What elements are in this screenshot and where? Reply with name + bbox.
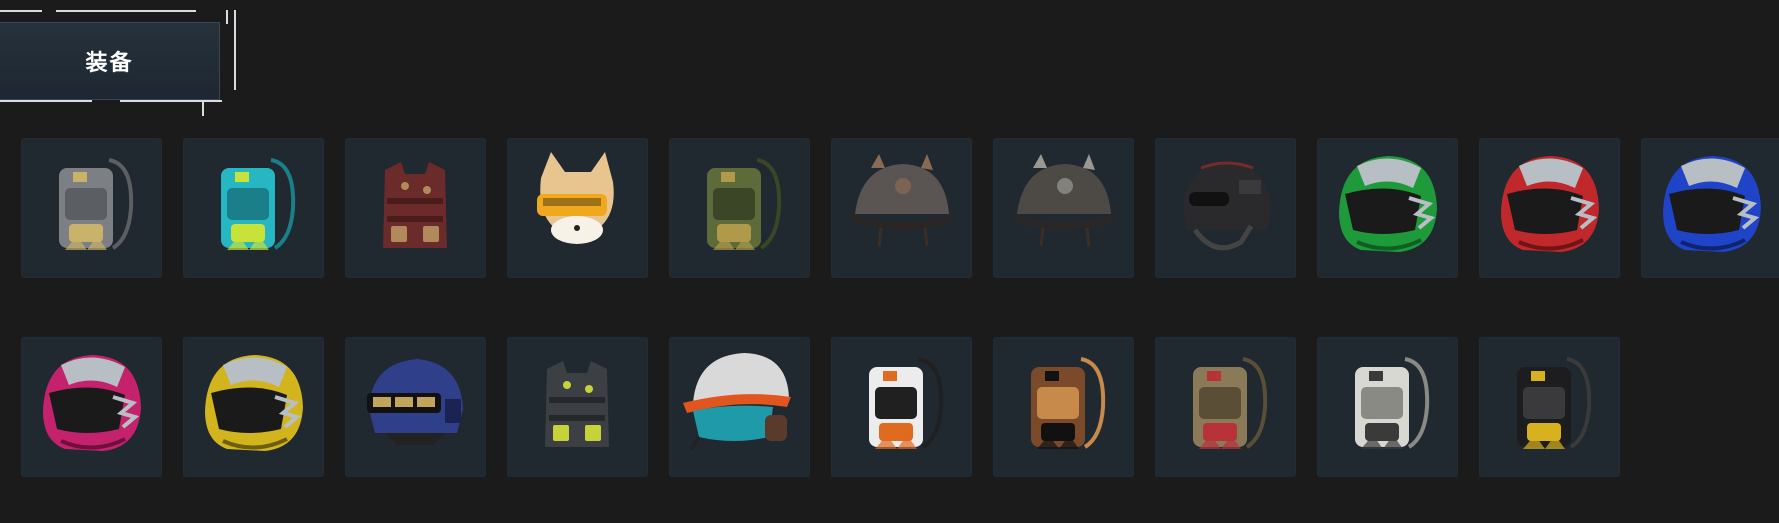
item-slot-green-backpack[interactable] — [669, 138, 810, 278]
snow-camo-backpack-icon — [1355, 357, 1430, 449]
red-moto-helmet-icon — [1501, 156, 1599, 252]
section-tab[interactable]: 装备 — [0, 0, 240, 120]
item-slot-navy-military-helmet[interactable] — [345, 337, 486, 477]
green-backpack-icon — [707, 158, 782, 250]
item-slot-winged-helmet[interactable] — [993, 138, 1134, 278]
frame-line — [120, 100, 222, 102]
cat-helmet-icon — [537, 152, 614, 244]
tan-canvas-backpack-icon — [1193, 357, 1268, 449]
item-slot-red-moto-helmet[interactable] — [1479, 138, 1620, 278]
item-slot-green-moto-helmet[interactable] — [1317, 138, 1458, 278]
item-slot-black-ops-helmet[interactable] — [1155, 138, 1296, 278]
pink-moto-helmet-icon — [43, 355, 141, 451]
winged-helmet-icon — [1013, 154, 1115, 247]
grey-backpack-icon — [59, 158, 134, 250]
black-ops-helmet-icon — [1183, 161, 1271, 251]
section-title: 装备 — [85, 51, 134, 76]
item-slot-yellow-moto-helmet[interactable] — [183, 337, 324, 477]
navy-military-helmet-icon — [367, 359, 463, 445]
item-slot-black-gold-backpack[interactable] — [1479, 337, 1620, 477]
item-slot-orange-visor-helmet[interactable] — [669, 337, 810, 477]
maroon-vest-icon — [383, 162, 447, 248]
white-orange-backpack-icon — [869, 357, 944, 449]
item-slot-brown-black-backpack[interactable] — [993, 337, 1134, 477]
section-tab-box: 装备 — [0, 22, 220, 100]
item-slot-camo-vest[interactable] — [507, 337, 648, 477]
item-slot-grey-backpack[interactable] — [21, 138, 162, 278]
horned-helmet-icon — [851, 154, 953, 247]
brown-black-backpack-icon — [1031, 357, 1106, 449]
frame-line — [56, 10, 196, 12]
blue-moto-helmet-icon — [1663, 156, 1761, 252]
green-moto-helmet-icon — [1339, 156, 1437, 252]
black-gold-backpack-icon — [1517, 357, 1592, 449]
item-slot-maroon-vest[interactable] — [345, 138, 486, 278]
teal-backpack-icon — [221, 158, 296, 250]
item-slot-white-orange-backpack[interactable] — [831, 337, 972, 477]
item-slot-horned-helmet[interactable] — [831, 138, 972, 278]
frame-line — [234, 10, 236, 90]
item-slot-teal-backpack[interactable] — [183, 138, 324, 278]
orange-visor-helmet-icon — [683, 353, 791, 451]
item-slot-cat-helmet[interactable] — [507, 138, 648, 278]
frame-line — [0, 10, 42, 12]
yellow-moto-helmet-icon — [205, 355, 303, 451]
frame-line — [0, 100, 92, 102]
item-slot-tan-canvas-backpack[interactable] — [1155, 337, 1296, 477]
frame-line — [226, 10, 228, 24]
item-slot-snow-camo-backpack[interactable] — [1317, 337, 1458, 477]
item-slot-pink-moto-helmet[interactable] — [21, 337, 162, 477]
camo-vest-icon — [545, 361, 609, 447]
item-slot-blue-moto-helmet[interactable] — [1641, 138, 1779, 278]
